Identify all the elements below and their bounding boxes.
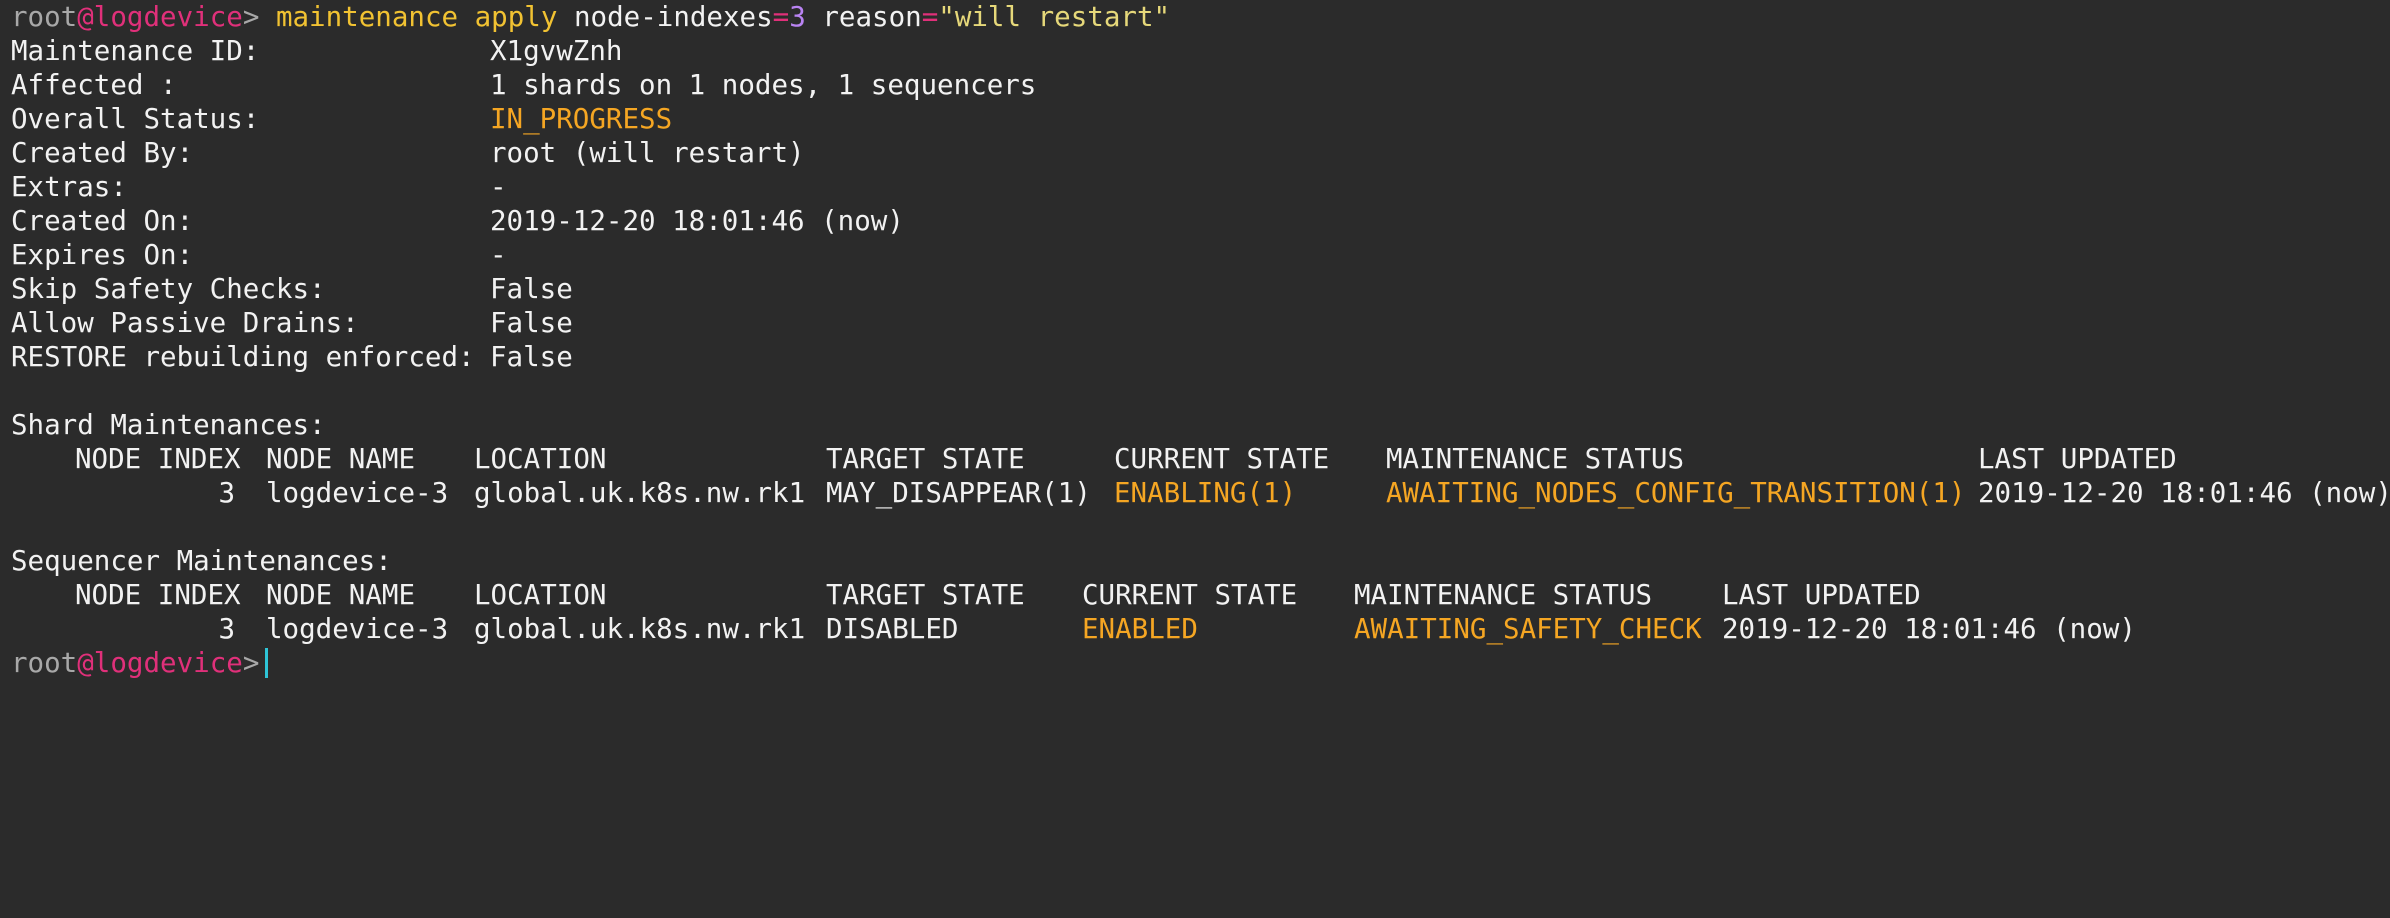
detail-label: Maintenance ID: <box>11 35 260 67</box>
arg-node-indexes-value: 3 <box>789 1 806 33</box>
detail-label: Extras: <box>11 171 127 203</box>
detail-value: - <box>490 239 507 271</box>
shard-header-last-updated: LAST UPDATED <box>1978 443 2177 475</box>
shard-target-state: MAY_DISAPPEAR(1) <box>826 477 1091 509</box>
command-line: root@logdevice> maintenance apply node-i… <box>11 0 2390 34</box>
sequencer-target-state: DISABLED <box>826 613 959 645</box>
detail-row-created-on: Created On: 2019-12-20 18:01:46 (now) <box>11 204 2390 238</box>
detail-label: Expires On: <box>11 239 194 271</box>
sequencer-header-maintenance-status: MAINTENANCE STATUS <box>1354 579 1653 611</box>
shard-last-updated: 2019-12-20 18:01:46 (now) <box>1978 477 2390 509</box>
prompt-user: root <box>11 1 78 33</box>
arg-node-indexes-key: node-indexes <box>573 1 773 33</box>
terminal-window[interactable]: root@logdevice> maintenance apply node-i… <box>0 0 2390 680</box>
detail-row-restore-rebuilding: RESTORE rebuilding enforced: False <box>11 340 2390 374</box>
shard-node-index: 3 <box>218 477 235 509</box>
overall-status-value: IN_PROGRESS <box>490 103 673 135</box>
detail-row-expires-on: Expires On: - <box>11 238 2390 272</box>
text-cursor[interactable] <box>265 648 269 678</box>
detail-row-passive-drains: Allow Passive Drains: False <box>11 306 2390 340</box>
sequencer-last-updated: 2019-12-20 18:01:46 (now) <box>1722 613 2136 645</box>
shard-location: global.uk.k8s.nw.rk1 <box>474 477 806 509</box>
detail-value: False <box>490 307 573 339</box>
prompt-line[interactable]: root@logdevice> <box>11 646 2390 680</box>
detail-row-overall-status: Overall Status: IN_PROGRESS <box>11 102 2390 136</box>
detail-value: X1gvwZnh <box>490 35 623 67</box>
detail-row-skip-safety: Skip Safety Checks: False <box>11 272 2390 306</box>
arg-node-indexes-eq: = <box>772 1 790 33</box>
detail-row-maintenance-id: Maintenance ID: X1gvwZnh <box>11 34 2390 68</box>
prompt-at: @ <box>77 1 94 33</box>
detail-label: Skip Safety Checks: <box>11 273 326 305</box>
sequencer-current-state: ENABLED <box>1082 613 1198 645</box>
prompt-symbol: > <box>242 647 260 679</box>
sequencer-header-last-updated: LAST UPDATED <box>1722 579 1921 611</box>
prompt-host: logdevice <box>93 647 243 679</box>
detail-row-extras: Extras: - <box>11 170 2390 204</box>
detail-label: Overall Status: <box>11 103 260 135</box>
sequencer-table-header: NODE INDEX NODE NAME LOCATION TARGET STA… <box>11 578 2390 612</box>
detail-label: Allow Passive Drains: <box>11 307 359 339</box>
shard-node-name: logdevice-3 <box>266 477 449 509</box>
shard-current-state: ENABLING(1) <box>1114 477 1297 509</box>
shard-header-node-name: NODE NAME <box>266 443 416 475</box>
sequencer-header-location: LOCATION <box>474 579 607 611</box>
sequencer-table-row: 3 logdevice-3 global.uk.k8s.nw.rk1 DISAB… <box>11 612 2390 646</box>
shard-header-location: LOCATION <box>474 443 607 475</box>
sequencer-header-target-state: TARGET STATE <box>826 579 1025 611</box>
detail-value: 2019-12-20 18:01:46 (now) <box>490 205 904 237</box>
arg-reason-key: reason <box>822 1 922 33</box>
sequencer-header-node-name: NODE NAME <box>266 579 416 611</box>
sequencer-node-name: logdevice-3 <box>266 613 449 645</box>
shard-header-maintenance-status: MAINTENANCE STATUS <box>1386 443 1685 475</box>
detail-label: Created On: <box>11 205 194 237</box>
prompt-host: logdevice <box>93 1 243 33</box>
detail-label: RESTORE rebuilding enforced: <box>11 341 475 373</box>
sequencer-maintenance-status: AWAITING_SAFETY_CHECK <box>1354 613 1702 645</box>
subcommand-word: apply <box>474 1 558 33</box>
detail-value: False <box>490 341 573 373</box>
prompt-symbol: > <box>242 1 260 33</box>
prompt-user: root <box>11 647 78 679</box>
arg-reason-eq: = <box>921 1 939 33</box>
command-word: maintenance <box>275 1 459 33</box>
sequencer-header-current-state: CURRENT STATE <box>1082 579 1298 611</box>
shard-maintenance-status: AWAITING_NODES_CONFIG_TRANSITION(1) <box>1386 477 1966 509</box>
prompt-at: @ <box>77 647 94 679</box>
detail-value: root (will restart) <box>490 137 805 169</box>
shard-table-header: NODE INDEX NODE NAME LOCATION TARGET STA… <box>11 442 2390 476</box>
detail-row-affected: Affected : 1 shards on 1 nodes, 1 sequenc… <box>11 68 2390 102</box>
sequencer-section-title: Sequencer Maintenances: <box>11 545 392 577</box>
shard-section-title: Shard Maintenances: <box>11 409 326 441</box>
shard-table-row: 3 logdevice-3 global.uk.k8s.nw.rk1 MAY_D… <box>11 476 2390 510</box>
detail-label: Affected : <box>11 69 177 101</box>
shard-header-target-state: TARGET STATE <box>826 443 1025 475</box>
sequencer-node-index: 3 <box>218 613 235 645</box>
detail-value: - <box>490 171 507 203</box>
shard-header-current-state: CURRENT STATE <box>1114 443 1330 475</box>
sequencer-header-node-index: NODE INDEX <box>75 579 241 611</box>
arg-reason-value: "will restart" <box>938 1 1171 33</box>
detail-row-created-by: Created By: root (will restart) <box>11 136 2390 170</box>
detail-value: 1 shards on 1 nodes, 1 sequencers <box>490 69 1037 101</box>
detail-value: False <box>490 273 573 305</box>
sequencer-location: global.uk.k8s.nw.rk1 <box>474 613 806 645</box>
shard-header-node-index: NODE INDEX <box>75 443 241 475</box>
detail-label: Created By: <box>11 137 194 169</box>
